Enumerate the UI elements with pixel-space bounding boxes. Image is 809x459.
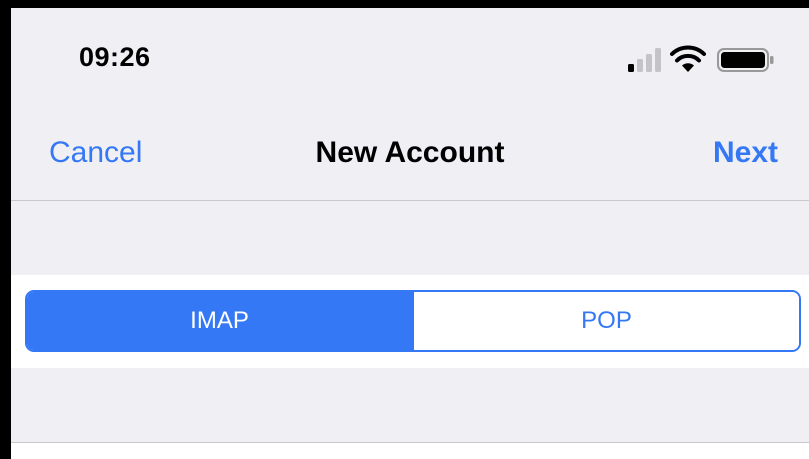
status-time: 09:26 — [79, 42, 151, 72]
nav-divider — [11, 200, 809, 201]
cancel-button[interactable]: Cancel — [49, 136, 142, 170]
next-button[interactable]: Next — [713, 136, 778, 170]
battery-icon — [717, 48, 774, 72]
signal-icon — [628, 48, 661, 72]
navigation-bar: New Account Cancel Next — [11, 120, 809, 200]
account-type-cell: IMAP POP — [11, 275, 809, 368]
wifi-icon — [670, 45, 706, 72]
next-section-cell — [11, 443, 809, 459]
status-bar: 09:26 — [11, 8, 809, 98]
segment-pop[interactable]: POP — [412, 292, 799, 350]
segment-imap[interactable]: IMAP — [27, 292, 412, 350]
account-type-segmented-control: IMAP POP — [25, 290, 801, 352]
phone-screen: 09:26 New Account Cancel Next IMAP POP — [11, 8, 809, 459]
